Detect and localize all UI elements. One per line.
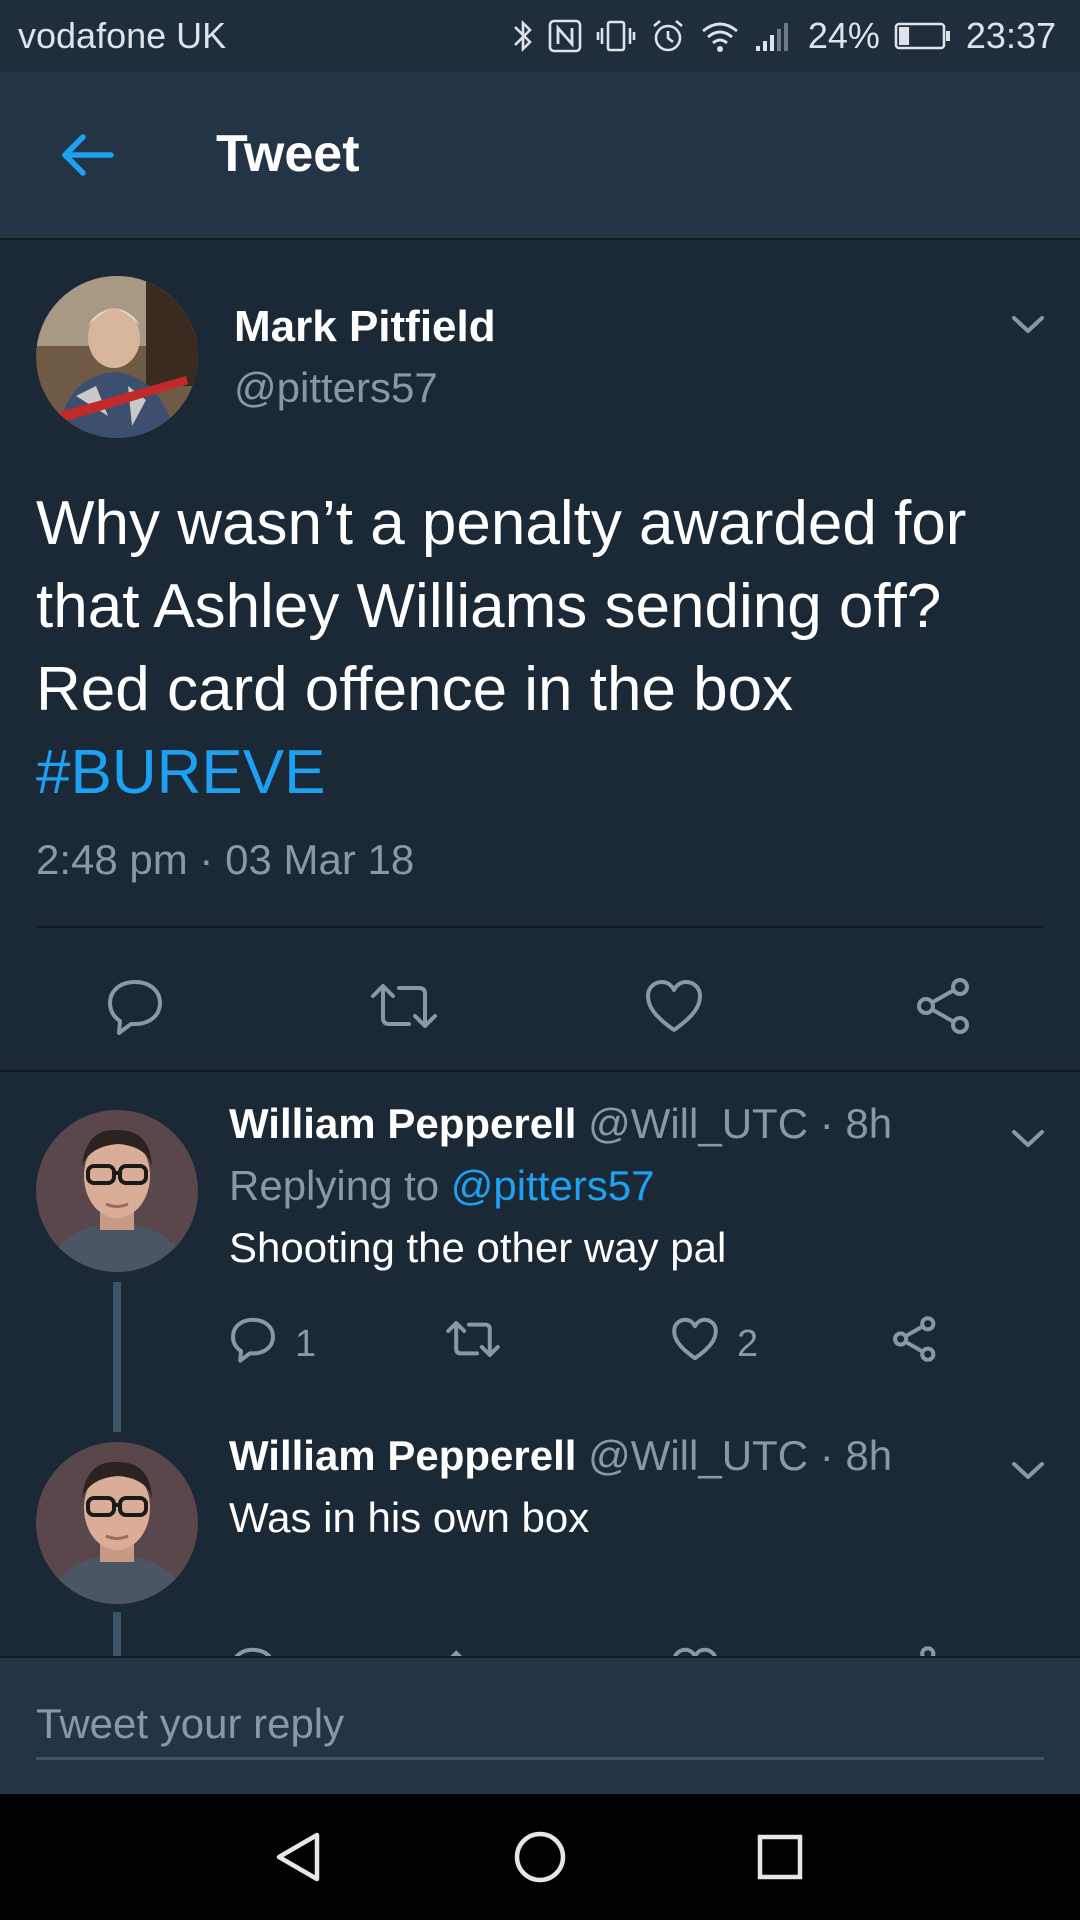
reply-icon [105,976,165,1041]
reply-icon [229,1315,277,1373]
reply-count: 1 [295,1322,317,1365]
thread-line [113,1612,121,1656]
avatar[interactable] [36,276,198,438]
heart-icon [671,1646,719,1656]
reply-icon [229,1645,277,1656]
battery-icon [894,21,952,51]
nav-home-button[interactable] [505,1824,575,1894]
back-button[interactable] [52,122,122,192]
signal-icon [754,20,794,52]
status-icons: 24% 23:37 [512,15,1056,57]
reply-meta: @Will_UTC · 8h [576,1100,893,1147]
arrow-left-icon [59,133,115,182]
replying-to: Replying to @pitters57 [229,1162,655,1210]
chevron-down-icon [1004,316,1052,352]
nav-back-button[interactable] [264,1824,334,1894]
reply-text: Shooting the other way pal [229,1224,727,1271]
reply-tweet: William Pepperell @Will_UTC · 8h Replyin… [0,1072,1080,1432]
retweet-button[interactable] [445,1644,501,1656]
status-bar: vodafone UK 24% 23:37 [0,0,1080,72]
heart-icon [671,1316,719,1372]
hashtag-link[interactable]: #BUREVE [36,738,325,807]
avatar[interactable] [36,1110,198,1272]
like-count: 2 [737,1322,759,1365]
page-title: Tweet [216,125,360,183]
chevron-down-icon [1004,1130,1052,1166]
share-button[interactable] [904,968,984,1048]
retweet-icon [445,1315,501,1373]
retweet-button[interactable] [364,968,444,1048]
reply-meta: @Will_UTC · 8h [576,1432,893,1479]
app-header: Tweet [0,72,1080,240]
retweet-icon [369,976,439,1041]
mention-link[interactable]: @pitters57 [451,1162,655,1209]
tweet-menu-button[interactable] [1004,1114,1052,1162]
author-name[interactable]: Mark Pitfield [234,302,496,352]
reply-button[interactable] [229,1644,277,1656]
thread-line [113,1282,121,1432]
retweet-button[interactable] [445,1314,501,1374]
like-button[interactable] [671,1644,719,1656]
tweet-menu-button[interactable] [1004,300,1052,348]
alarm-icon [650,18,686,54]
triangle-back-icon [271,1829,327,1890]
divider [36,926,1044,928]
reply-author-name[interactable]: William Pepperell [229,1432,576,1479]
main-tweet: Mark Pitfield @pitters57 Why wasn’t a pe… [0,240,1080,1072]
reply-input[interactable] [36,1690,1044,1760]
share-icon [914,976,974,1041]
like-button[interactable] [634,968,714,1048]
circle-home-icon [512,1829,568,1890]
tweet-body: Why wasn’t a penalty awarded for that As… [36,489,967,724]
reply-author-name[interactable]: William Pepperell [229,1100,576,1147]
replying-prefix: Replying to [229,1162,451,1209]
system-nav-bar [0,1794,1080,1920]
share-icon [891,1315,939,1373]
share-button[interactable] [891,1644,939,1656]
author-handle[interactable]: @pitters57 [234,364,438,412]
clock: 23:37 [965,15,1056,56]
heart-icon [644,978,704,1039]
nav-recents-button[interactable] [745,1824,815,1894]
battery-percent: 24% [807,15,880,56]
vibrate-icon [596,19,636,53]
avatar[interactable] [36,1442,198,1604]
square-recents-icon [752,1829,808,1890]
tweet-text: Why wasn’t a penalty awarded for that As… [36,482,1046,814]
share-button[interactable] [891,1314,939,1374]
reply-actions: 1 2 [229,1314,989,1374]
reply-actions [229,1644,989,1656]
reply-button[interactable]: 1 [229,1314,316,1374]
bluetooth-icon [512,18,534,54]
carrier-label: vodafone UK [18,15,227,56]
reply-tweet: William Pepperell @Will_UTC · 8h Was in … [0,1432,1080,1656]
tweet-actions [0,968,1080,1048]
reply-button[interactable] [95,968,175,1048]
tweet-menu-button[interactable] [1004,1446,1052,1494]
retweet-icon [445,1645,501,1656]
reply-header: William Pepperell @Will_UTC · 8h [229,1432,892,1480]
reply-header: William Pepperell @Will_UTC · 8h [229,1100,892,1148]
reply-composer [0,1656,1080,1794]
like-button[interactable]: 2 [671,1314,758,1374]
nfc-icon [548,19,582,53]
tweet-timestamp: 2:48 pm · 03 Mar 18 [36,836,415,883]
share-icon [891,1645,939,1656]
wifi-icon [700,19,740,53]
chevron-down-icon [1004,1462,1052,1498]
reply-text: Was in his own box [229,1494,590,1541]
